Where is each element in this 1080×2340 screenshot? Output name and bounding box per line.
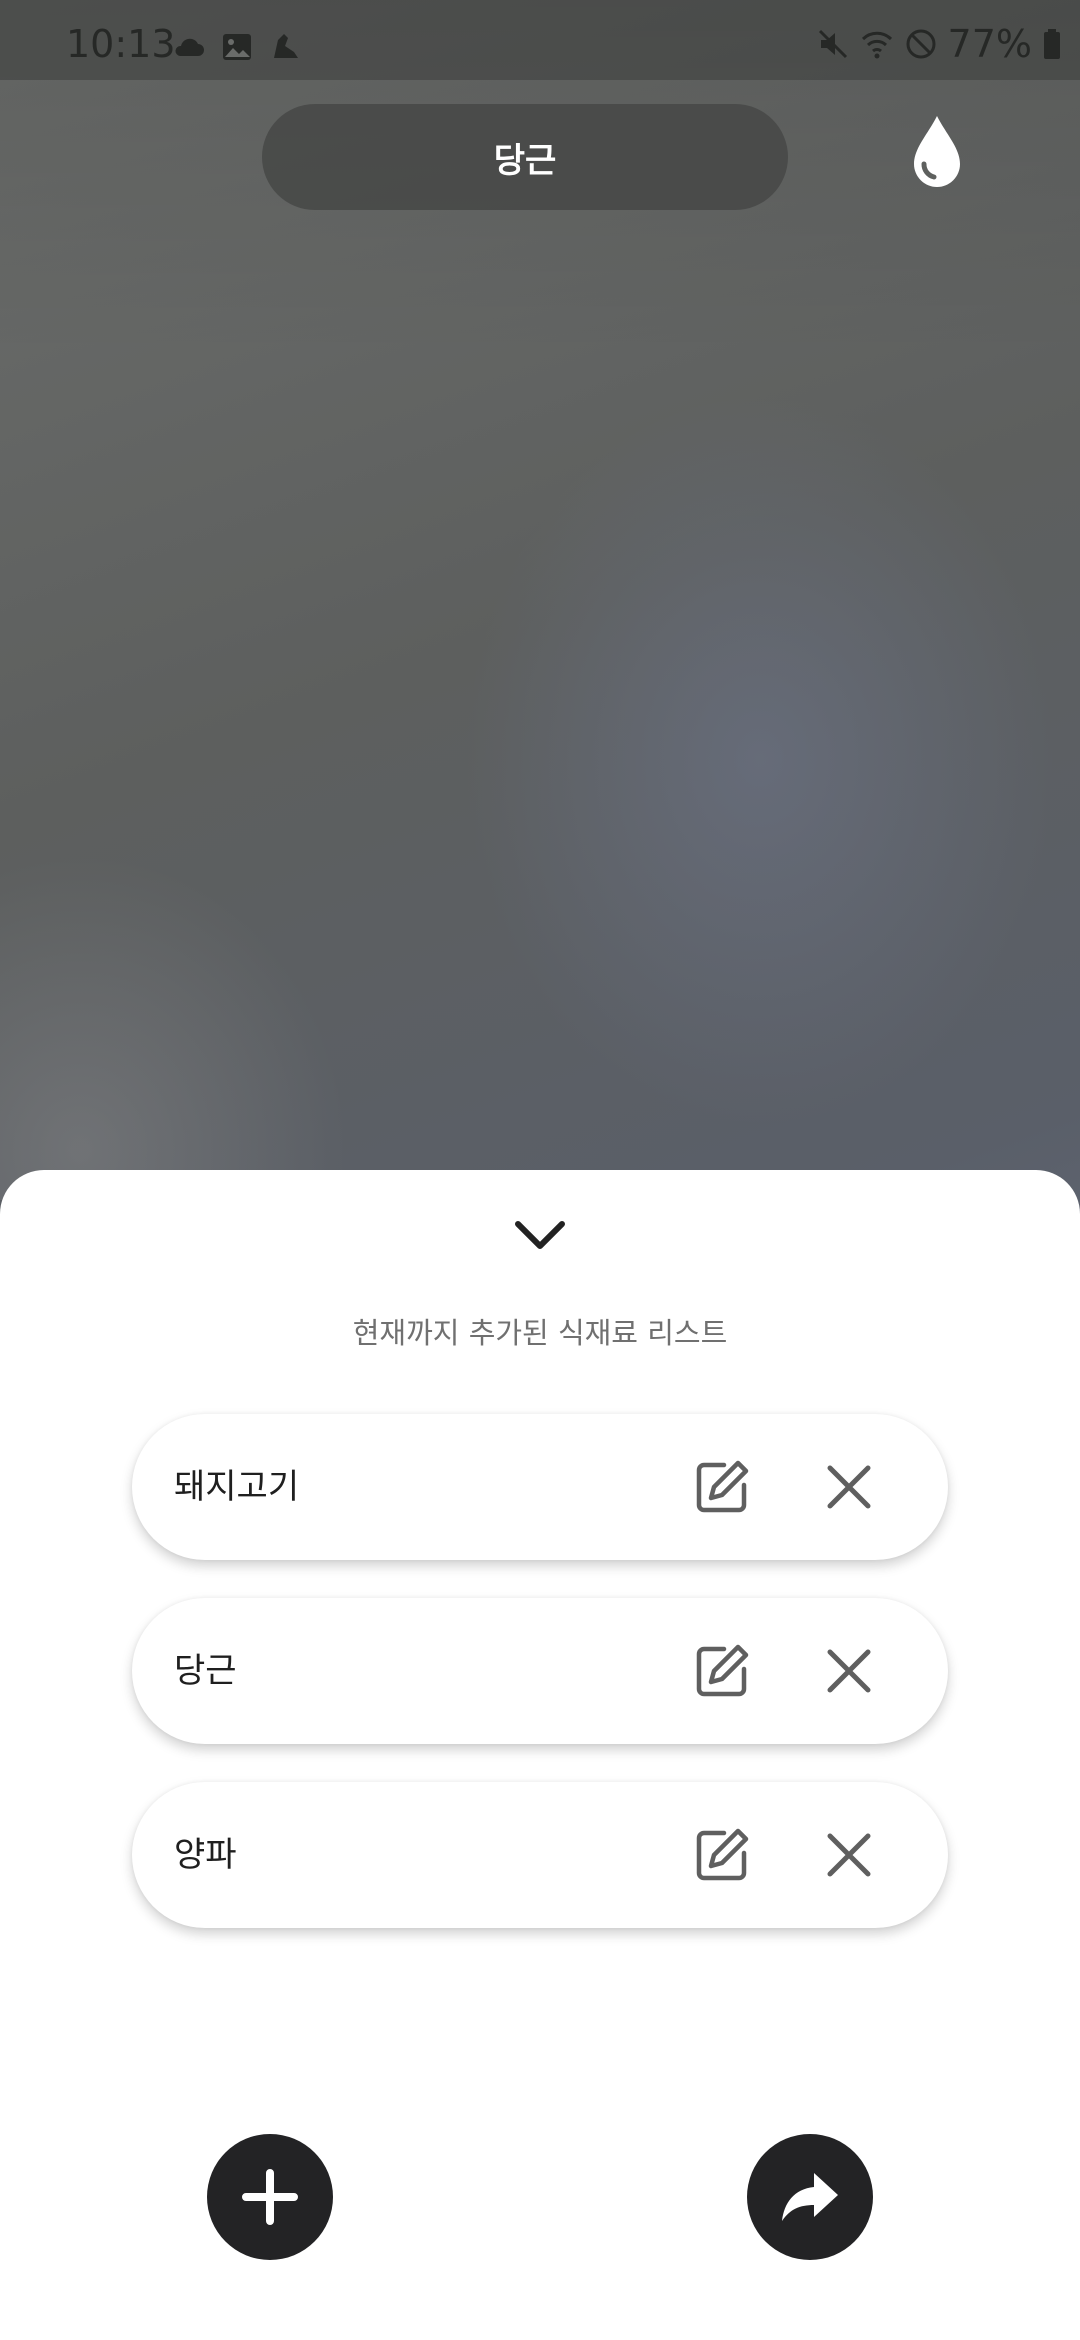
water-drop-icon[interactable] <box>908 112 966 192</box>
ingredient-item: 양파 <box>132 1782 948 1928</box>
shoe-icon <box>274 34 298 58</box>
battery-percent: 77% <box>947 22 1032 66</box>
camera-screen: 10:13 77% 당근 현재까지 추가된 식재료 리스트 돼지고기 당근 양파 <box>0 0 1080 2340</box>
ingredient-name: 당근 <box>174 1651 237 1691</box>
status-bar: 10:13 77% <box>0 0 1080 80</box>
ingredient-name: 돼지고기 <box>174 1467 300 1507</box>
sheet-title: 현재까지 추가된 식재료 리스트 <box>352 1316 728 1350</box>
detected-ingredient-pill[interactable]: 당근 <box>262 104 788 210</box>
battery-icon <box>1044 29 1060 59</box>
block-icon <box>906 29 936 59</box>
close-icon[interactable] <box>822 1460 876 1514</box>
ingredient-item: 돼지고기 <box>132 1414 948 1560</box>
status-left-icons <box>172 30 302 64</box>
ingredient-name: 양파 <box>174 1835 237 1875</box>
add-ingredient-button[interactable] <box>207 2134 333 2260</box>
status-time: 10:13 <box>66 22 176 66</box>
edit-icon[interactable] <box>692 1641 752 1701</box>
ingredient-item: 당근 <box>132 1598 948 1744</box>
cloud-icon <box>175 38 204 56</box>
edit-icon[interactable] <box>692 1457 752 1517</box>
edit-icon[interactable] <box>692 1825 752 1885</box>
ingredient-list-sheet: 현재까지 추가된 식재료 리스트 돼지고기 당근 양파 <box>0 1170 1080 2340</box>
share-forward-icon <box>782 2173 838 2221</box>
plus-icon <box>242 2169 298 2225</box>
wifi-icon <box>861 31 892 59</box>
next-button[interactable] <box>747 2134 873 2260</box>
status-right: 77% <box>816 22 1062 66</box>
close-icon[interactable] <box>822 1828 876 1882</box>
detected-ingredient-label: 당근 <box>493 140 557 181</box>
image-icon <box>223 34 251 60</box>
chevron-down-icon[interactable] <box>510 1210 570 1260</box>
mute-icon <box>818 29 847 59</box>
close-icon[interactable] <box>822 1644 876 1698</box>
